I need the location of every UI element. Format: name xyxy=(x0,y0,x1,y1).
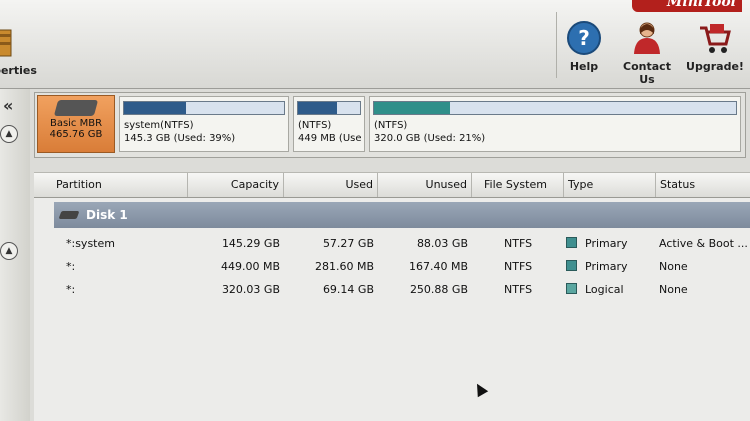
col-header-unused[interactable]: Unused xyxy=(378,173,472,197)
cell-used: 281.60 MB xyxy=(314,260,374,273)
partition-block-label: (NTFS) 320.0 GB (Used: 21%) xyxy=(374,120,486,144)
usage-bar-fill xyxy=(374,102,451,114)
cell-used: 57.27 GB xyxy=(322,237,374,250)
primary-type-swatch-icon xyxy=(566,260,577,271)
col-header-status[interactable]: Status xyxy=(656,173,750,197)
upgrade-button[interactable]: Upgrade! xyxy=(686,20,744,73)
partition-table: Partition Capacity Used Unused File Syst… xyxy=(34,172,750,421)
cell-file-system: NTFS xyxy=(504,260,533,273)
cell-status: Active & Boot ... xyxy=(659,237,747,250)
col-header-file-system[interactable]: File System xyxy=(472,173,564,197)
col-header-capacity[interactable]: Capacity xyxy=(188,173,284,197)
expand-up-icon[interactable]: ▲ xyxy=(0,125,18,143)
properties-label: perties xyxy=(0,64,37,77)
expand-up-icon-2[interactable]: ▲ xyxy=(0,242,18,260)
disk-size: 465.76 GB xyxy=(49,129,103,140)
cell-file-system: NTFS xyxy=(504,283,533,296)
svg-text:?: ? xyxy=(578,26,590,50)
cell-capacity: 449.00 MB xyxy=(220,260,280,273)
partition-block-label: system(NTFS) 145.3 GB (Used: 39%) xyxy=(124,120,236,144)
disk-label: Disk 1 xyxy=(86,208,128,222)
partition-block-label: (NTFS) 449 MB (Use xyxy=(298,120,362,144)
hard-disk-icon xyxy=(53,100,99,116)
usage-bar-fill xyxy=(124,102,187,114)
disk-info-block[interactable]: Basic MBR 465.76 GB xyxy=(37,95,115,153)
cell-unused: 250.88 GB xyxy=(409,283,468,296)
cell-file-system: NTFS xyxy=(504,237,533,250)
cell-capacity: 320.03 GB xyxy=(221,283,280,296)
col-header-partition[interactable]: Partition xyxy=(34,173,188,197)
brand-logo: MiniTool xyxy=(632,0,742,12)
contact-us-button[interactable]: Contact Us xyxy=(616,20,678,86)
cell-type: Primary xyxy=(585,237,628,250)
table-row[interactable]: *: 320.03 GB 69.14 GB 250.88 GB NTFS Log… xyxy=(34,279,750,301)
cell-type: Primary xyxy=(585,260,628,273)
cell-used: 69.14 GB xyxy=(322,283,374,296)
contact-us-label: Contact Us xyxy=(623,60,671,86)
disk-map: Basic MBR 465.76 GB system(NTFS) 145.3 G… xyxy=(34,92,746,158)
logical-type-swatch-icon xyxy=(566,283,577,294)
cell-partition: *:system xyxy=(66,237,115,250)
disk-icon xyxy=(58,211,80,219)
toolbar: MiniTool perties ? Help Contact Us xyxy=(0,0,750,89)
partition-block-system[interactable]: system(NTFS) 145.3 GB (Used: 39%) xyxy=(119,96,289,152)
table-row[interactable]: *:system 145.29 GB 57.27 GB 88.03 GB NTF… xyxy=(34,233,750,255)
upgrade-label: Upgrade! xyxy=(686,60,744,73)
properties-button[interactable]: perties xyxy=(0,24,40,77)
cart-icon xyxy=(700,24,731,53)
table-header: Partition Capacity Used Unused File Syst… xyxy=(34,172,750,198)
col-header-used[interactable]: Used xyxy=(284,173,378,197)
properties-icon xyxy=(0,29,12,57)
toolbar-separator xyxy=(556,12,557,78)
col-header-type[interactable]: Type xyxy=(564,173,656,197)
cell-partition: *: xyxy=(66,260,76,273)
cell-partition: *: xyxy=(66,283,76,296)
help-label: Help xyxy=(569,60,599,73)
partition-block-3[interactable]: (NTFS) 320.0 GB (Used: 21%) xyxy=(369,96,741,152)
disk-type: Basic MBR xyxy=(49,118,103,129)
partition-block-2[interactable]: (NTFS) 449 MB (Use xyxy=(293,96,365,152)
usage-bar xyxy=(297,101,361,115)
usage-bar xyxy=(123,101,285,115)
cell-status: None xyxy=(659,260,688,273)
person-icon xyxy=(634,22,660,54)
cell-type: Logical xyxy=(585,283,624,296)
disk-group-row[interactable]: Disk 1 xyxy=(54,202,750,228)
help-button[interactable]: ? Help xyxy=(564,20,604,73)
primary-type-swatch-icon xyxy=(566,237,577,248)
collapse-panel-icon[interactable]: « xyxy=(3,96,13,115)
usage-bar xyxy=(373,101,737,115)
cell-unused: 167.40 MB xyxy=(408,260,468,273)
cell-unused: 88.03 GB xyxy=(416,237,468,250)
usage-bar-fill xyxy=(298,102,338,114)
cell-status: None xyxy=(659,283,688,296)
help-icon: ? xyxy=(567,21,601,55)
table-row[interactable]: *: 449.00 MB 281.60 MB 167.40 MB NTFS Pr… xyxy=(34,256,750,278)
cell-capacity: 145.29 GB xyxy=(221,237,280,250)
